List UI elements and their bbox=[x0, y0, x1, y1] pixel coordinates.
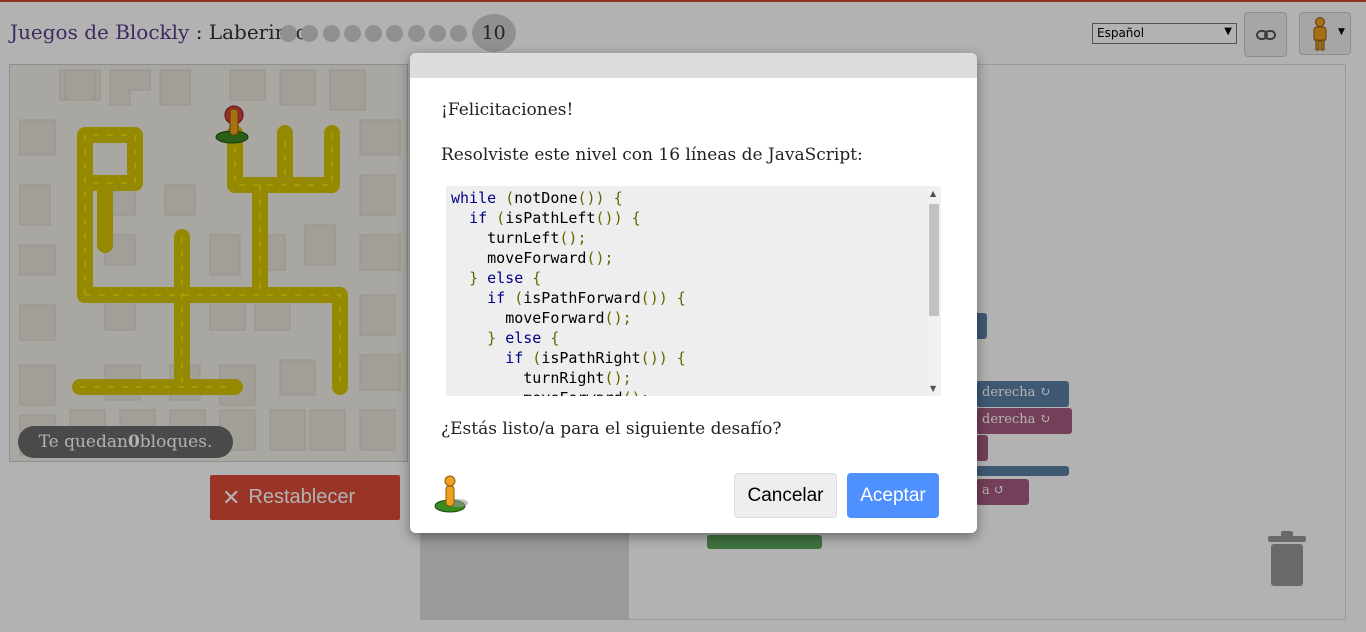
code-scrollbar[interactable]: ▲ ▼ bbox=[927, 186, 941, 396]
ok-button[interactable]: Aceptar bbox=[847, 473, 939, 518]
code-line: if (isPathForward()) { bbox=[487, 289, 686, 307]
scrollbar-thumb[interactable] bbox=[929, 204, 939, 316]
scroll-down-icon[interactable]: ▼ bbox=[930, 384, 936, 393]
code-line: turnLeft(); bbox=[487, 229, 587, 247]
code-line: moveForward(); bbox=[505, 309, 632, 327]
code-line: if (isPathLeft()) { bbox=[469, 209, 641, 227]
code-line: } else { bbox=[469, 269, 542, 287]
congratulations-dialog: ¡Felicitaciones! Resolviste este nivel c… bbox=[410, 53, 977, 533]
dialog-congrats: ¡Felicitaciones! bbox=[441, 100, 574, 120]
dialog-question: ¿Estás listo/a para el siguiente desafío… bbox=[441, 419, 782, 439]
code-line: moveForward(); bbox=[451, 388, 686, 396]
code-line: } else { bbox=[487, 329, 560, 347]
code-text: while (notDone()) { if (isPathLeft()) { … bbox=[451, 188, 686, 396]
code-line: if (isPathRight()) { bbox=[505, 349, 686, 367]
code-preview[interactable]: while (notDone()) { if (isPathLeft()) { … bbox=[446, 186, 941, 396]
cancel-button[interactable]: Cancelar bbox=[734, 473, 837, 518]
code-line: moveForward(); bbox=[487, 249, 614, 267]
scroll-up-icon[interactable]: ▲ bbox=[930, 189, 936, 198]
code-line: while (notDone()) { bbox=[451, 189, 623, 207]
code-line: turnRight(); bbox=[523, 369, 632, 387]
pegman-icon bbox=[434, 475, 468, 513]
dialog-summary: Resolviste este nivel con 16 líneas de J… bbox=[441, 145, 863, 165]
dialog-header bbox=[410, 53, 977, 78]
